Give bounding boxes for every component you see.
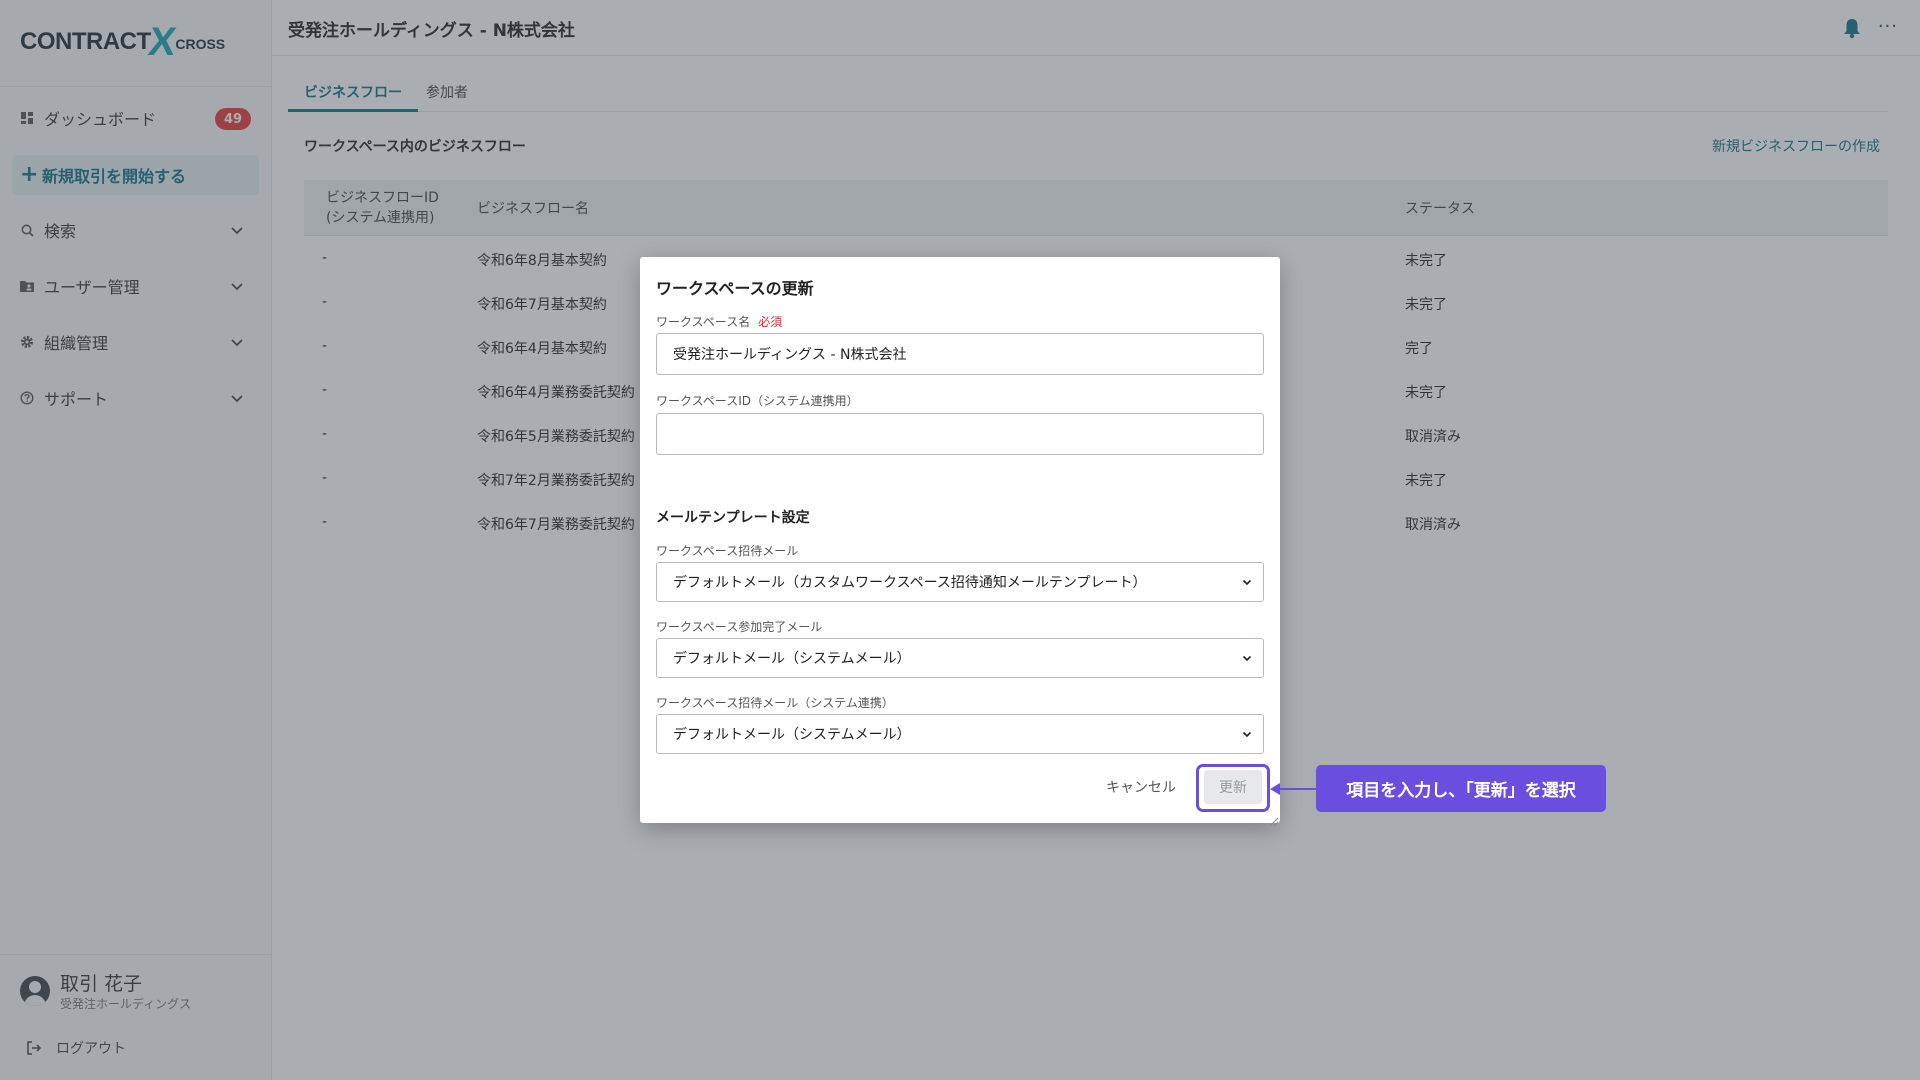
mail-template-section-title: メールテンプレート設定 (656, 510, 810, 526)
join-complete-mail-value: デフォルトメール（システムメール） (673, 651, 911, 667)
invite-mail-system-select[interactable]: デフォルトメール（システムメール） (656, 714, 1264, 754)
chevron-down-icon (1241, 728, 1253, 740)
update-workspace-dialog: ワークスペースの更新 ワークスペース名 必須 受発注ホールディングス - N株式会… (640, 257, 1280, 827)
resize-handle-icon[interactable] (1268, 811, 1279, 827)
invite-mail-system-value: デフォルトメール（システムメール） (673, 727, 911, 743)
workspace-name-label-text: ワークスペース名 (656, 315, 751, 329)
invite-mail-select[interactable]: デフォルトメール（カスタムワークスペース招待通知メールテンプレート） (656, 562, 1264, 602)
workspace-id-label: ワークスペースID（システム連携用） (656, 394, 859, 408)
callout-connector (1274, 788, 1316, 790)
callout-arrow-icon (1270, 783, 1280, 795)
cancel-button[interactable]: キャンセル (1106, 777, 1176, 797)
workspace-name-label: ワークスペース名 必須 (656, 313, 782, 330)
chevron-down-icon (1241, 652, 1253, 664)
workspace-name-value: 受発注ホールディングス - N株式会社 (673, 347, 907, 363)
invite-mail-value: デフォルトメール（カスタムワークスペース招待通知メールテンプレート） (673, 575, 1147, 591)
invite-mail-system-label: ワークスペース招待メール（システム連携） (656, 696, 894, 710)
update-button-highlight (1196, 764, 1270, 812)
required-badge: 必須 (758, 315, 783, 329)
workspace-name-input[interactable]: 受発注ホールディングス - N株式会社 (656, 333, 1264, 375)
chevron-down-icon (1241, 576, 1253, 588)
join-complete-mail-select[interactable]: デフォルトメール（システムメール） (656, 638, 1264, 678)
tutorial-callout: 項目を入力し、「更新」を選択 (1316, 765, 1606, 812)
join-complete-mail-label: ワークスペース参加完了メール (656, 620, 823, 634)
invite-mail-label: ワークスペース招待メール (656, 544, 799, 558)
workspace-id-input[interactable] (656, 413, 1264, 455)
dialog-title: ワークスペースの更新 (656, 279, 814, 298)
